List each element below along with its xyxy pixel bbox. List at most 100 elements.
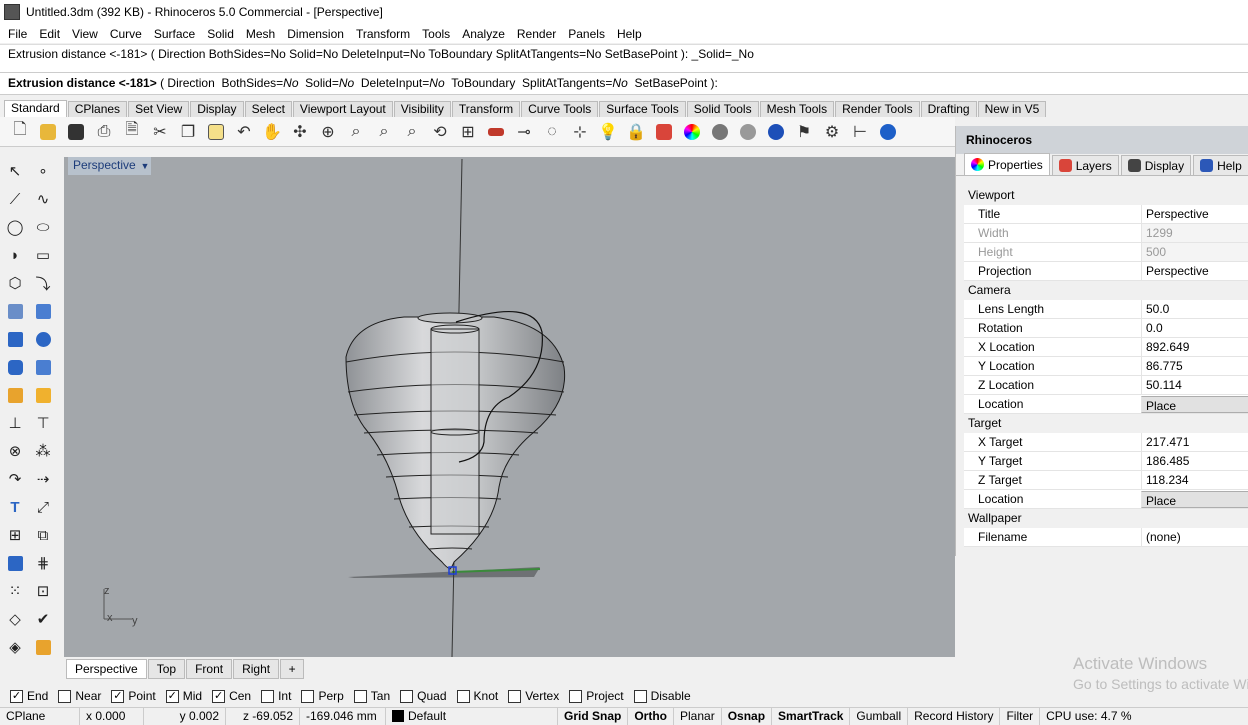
tab-display[interactable]: Display bbox=[190, 101, 244, 117]
y-location-field[interactable]: 86.775 bbox=[1141, 357, 1248, 375]
panel-tab-layers[interactable]: Layers bbox=[1051, 155, 1119, 175]
filename-field[interactable]: (none) bbox=[1141, 528, 1248, 546]
fillet-curve-icon[interactable]: ⤵ bbox=[32, 272, 54, 294]
osnap-mid[interactable]: ✓ Mid bbox=[165, 689, 202, 703]
tab-standard[interactable]: Standard bbox=[4, 100, 67, 117]
light-bulb-icon[interactable]: 💡 bbox=[596, 120, 620, 144]
flow-icon[interactable]: ◇ bbox=[4, 608, 26, 630]
osnap-checkbox[interactable] bbox=[633, 689, 647, 703]
osnap-end[interactable]: ✓ End bbox=[10, 689, 48, 703]
z-location-field[interactable]: 50.114 bbox=[1141, 376, 1248, 394]
analyze-icon[interactable]: ⊡ bbox=[32, 580, 54, 602]
prop-x-location[interactable]: X Location 892.649 bbox=[964, 338, 1248, 357]
help-icon[interactable] bbox=[876, 120, 900, 144]
menu-edit[interactable]: Edit bbox=[33, 27, 66, 41]
z-target-field[interactable]: 118.234 bbox=[1141, 471, 1248, 489]
dimension-icon[interactable]: ⤢ bbox=[32, 496, 54, 518]
tab-set-view[interactable]: Set View bbox=[128, 101, 190, 117]
viewport-tab-perspective[interactable]: Perspective bbox=[66, 659, 147, 679]
add-viewport-tab-button[interactable]: + bbox=[280, 659, 305, 679]
viewport-tab-right[interactable]: Right bbox=[233, 659, 280, 679]
tab-surface-tools[interactable]: Surface Tools bbox=[599, 101, 686, 117]
osnap-checkbox[interactable] bbox=[400, 689, 414, 703]
menu-tools[interactable]: Tools bbox=[416, 27, 456, 41]
camera-place-button[interactable]: Place bbox=[1141, 396, 1248, 413]
point-icon[interactable]: ∘ bbox=[32, 160, 54, 182]
mirror-icon[interactable]: ⧉ bbox=[32, 524, 54, 546]
perspective-viewport[interactable]: z x y Perspective ▼ bbox=[64, 157, 955, 657]
explode-icon[interactable] bbox=[32, 384, 54, 406]
zoom-extents-icon[interactable]: ⌕ bbox=[372, 120, 396, 144]
cplane-icon[interactable]: ⊸ bbox=[512, 120, 536, 144]
menu-surface[interactable]: Surface bbox=[148, 27, 201, 41]
render-mesh-icon[interactable]: ◈ bbox=[4, 636, 26, 658]
osnap-checkbox[interactable] bbox=[508, 689, 522, 703]
grid-snap-icon[interactable]: ⊹ bbox=[568, 120, 592, 144]
menu-view[interactable]: View bbox=[66, 27, 104, 41]
split-icon[interactable]: ⊤ bbox=[32, 412, 54, 434]
option-splitattangents[interactable]: SplitAtTangents=No bbox=[522, 76, 628, 90]
osnap-checkbox[interactable]: ✓ bbox=[212, 689, 226, 703]
rotation-field[interactable]: 0.0 bbox=[1141, 319, 1248, 337]
ellipse-icon[interactable]: ⬭ bbox=[32, 216, 54, 238]
prop-projection-value[interactable]: Perspective bbox=[1141, 262, 1248, 280]
viewport-tab-top[interactable]: Top bbox=[147, 659, 186, 679]
viewport-title[interactable]: Perspective bbox=[68, 157, 141, 175]
menu-panels[interactable]: Panels bbox=[562, 27, 611, 41]
ortho-toggle[interactable]: Ortho bbox=[628, 707, 675, 725]
cylinder-icon[interactable] bbox=[4, 356, 26, 378]
lens-length-field[interactable]: 50.0 bbox=[1141, 300, 1248, 318]
rendered-sphere-icon[interactable] bbox=[736, 120, 760, 144]
osnap-disable[interactable]: Disable bbox=[633, 689, 691, 703]
osnap-project[interactable]: Project bbox=[569, 689, 624, 703]
tab-new-in-v5[interactable]: New in V5 bbox=[977, 101, 1047, 117]
filter-toggle[interactable]: Filter bbox=[1000, 707, 1041, 725]
surface-corners-icon[interactable] bbox=[4, 300, 26, 322]
option-deleteinput[interactable]: DeleteInput=No bbox=[361, 76, 445, 90]
menu-curve[interactable]: Curve bbox=[104, 27, 148, 41]
command-history[interactable]: Extrusion distance <-181> ( Direction Bo… bbox=[0, 44, 1248, 72]
pan-hand-icon[interactable]: ✋ bbox=[260, 120, 284, 144]
osnap-toggle[interactable]: Osnap bbox=[722, 707, 773, 725]
four-viewports-icon[interactable]: ⊞ bbox=[456, 120, 480, 144]
tab-cplanes[interactable]: CPlanes bbox=[67, 101, 128, 117]
osnap-checkbox[interactable] bbox=[261, 689, 275, 703]
status-layer[interactable]: Default bbox=[386, 707, 558, 725]
viewport-menu-dropdown-icon[interactable]: ▼ bbox=[139, 157, 151, 175]
array-icon[interactable]: ⊞ bbox=[4, 524, 26, 546]
panel-tab-properties[interactable]: Properties bbox=[964, 153, 1050, 175]
x-location-field[interactable]: 892.649 bbox=[1141, 338, 1248, 356]
osnap-cen[interactable]: ✓ Cen bbox=[212, 689, 251, 703]
snap-point-icon[interactable]: ⊢ bbox=[848, 120, 872, 144]
osnap-tan[interactable]: Tan bbox=[353, 689, 390, 703]
osnap-checkbox[interactable] bbox=[301, 689, 315, 703]
prop-rotation[interactable]: Rotation 0.0 bbox=[964, 319, 1248, 338]
zoom-dynamic-icon[interactable]: ⊕ bbox=[316, 120, 340, 144]
grid-snap-toggle[interactable]: Grid Snap bbox=[558, 707, 629, 725]
tab-select[interactable]: Select bbox=[244, 101, 292, 117]
tab-viewport-layout[interactable]: Viewport Layout bbox=[292, 101, 393, 117]
tab-mesh-tools[interactable]: Mesh Tools bbox=[759, 101, 835, 117]
zoom-window-icon[interactable]: ⌕ bbox=[344, 120, 368, 144]
osnap-quad[interactable]: Quad bbox=[400, 689, 447, 703]
menu-solid[interactable]: Solid bbox=[201, 27, 240, 41]
shaded-sphere-icon[interactable] bbox=[708, 120, 732, 144]
paste-icon[interactable] bbox=[204, 120, 228, 144]
hatch-icon[interactable]: ⋕ bbox=[32, 552, 54, 574]
arc-icon[interactable]: ◗ bbox=[4, 244, 26, 266]
polygon-icon[interactable]: ⬡ bbox=[4, 272, 26, 294]
extrude-surface-icon[interactable] bbox=[32, 300, 54, 322]
prop-z-location[interactable]: Z Location 50.114 bbox=[964, 376, 1248, 395]
osnap-perp[interactable]: Perp bbox=[301, 689, 344, 703]
curve-icon[interactable]: ∿ bbox=[32, 188, 54, 210]
osnap-checkbox[interactable]: ✓ bbox=[10, 689, 23, 703]
tab-solid-tools[interactable]: Solid Tools bbox=[686, 101, 759, 117]
color-wheel-icon[interactable] bbox=[680, 120, 704, 144]
render-icon[interactable] bbox=[764, 120, 788, 144]
tab-visibility[interactable]: Visibility bbox=[393, 101, 451, 117]
open-folder-icon[interactable] bbox=[36, 120, 60, 144]
options-gear-icon[interactable]: ⚙ bbox=[820, 120, 844, 144]
prop-y-target[interactable]: Y Target 186.485 bbox=[964, 452, 1248, 471]
tab-transform[interactable]: Transform bbox=[451, 101, 521, 117]
option-direction[interactable]: Direction bbox=[167, 76, 214, 90]
